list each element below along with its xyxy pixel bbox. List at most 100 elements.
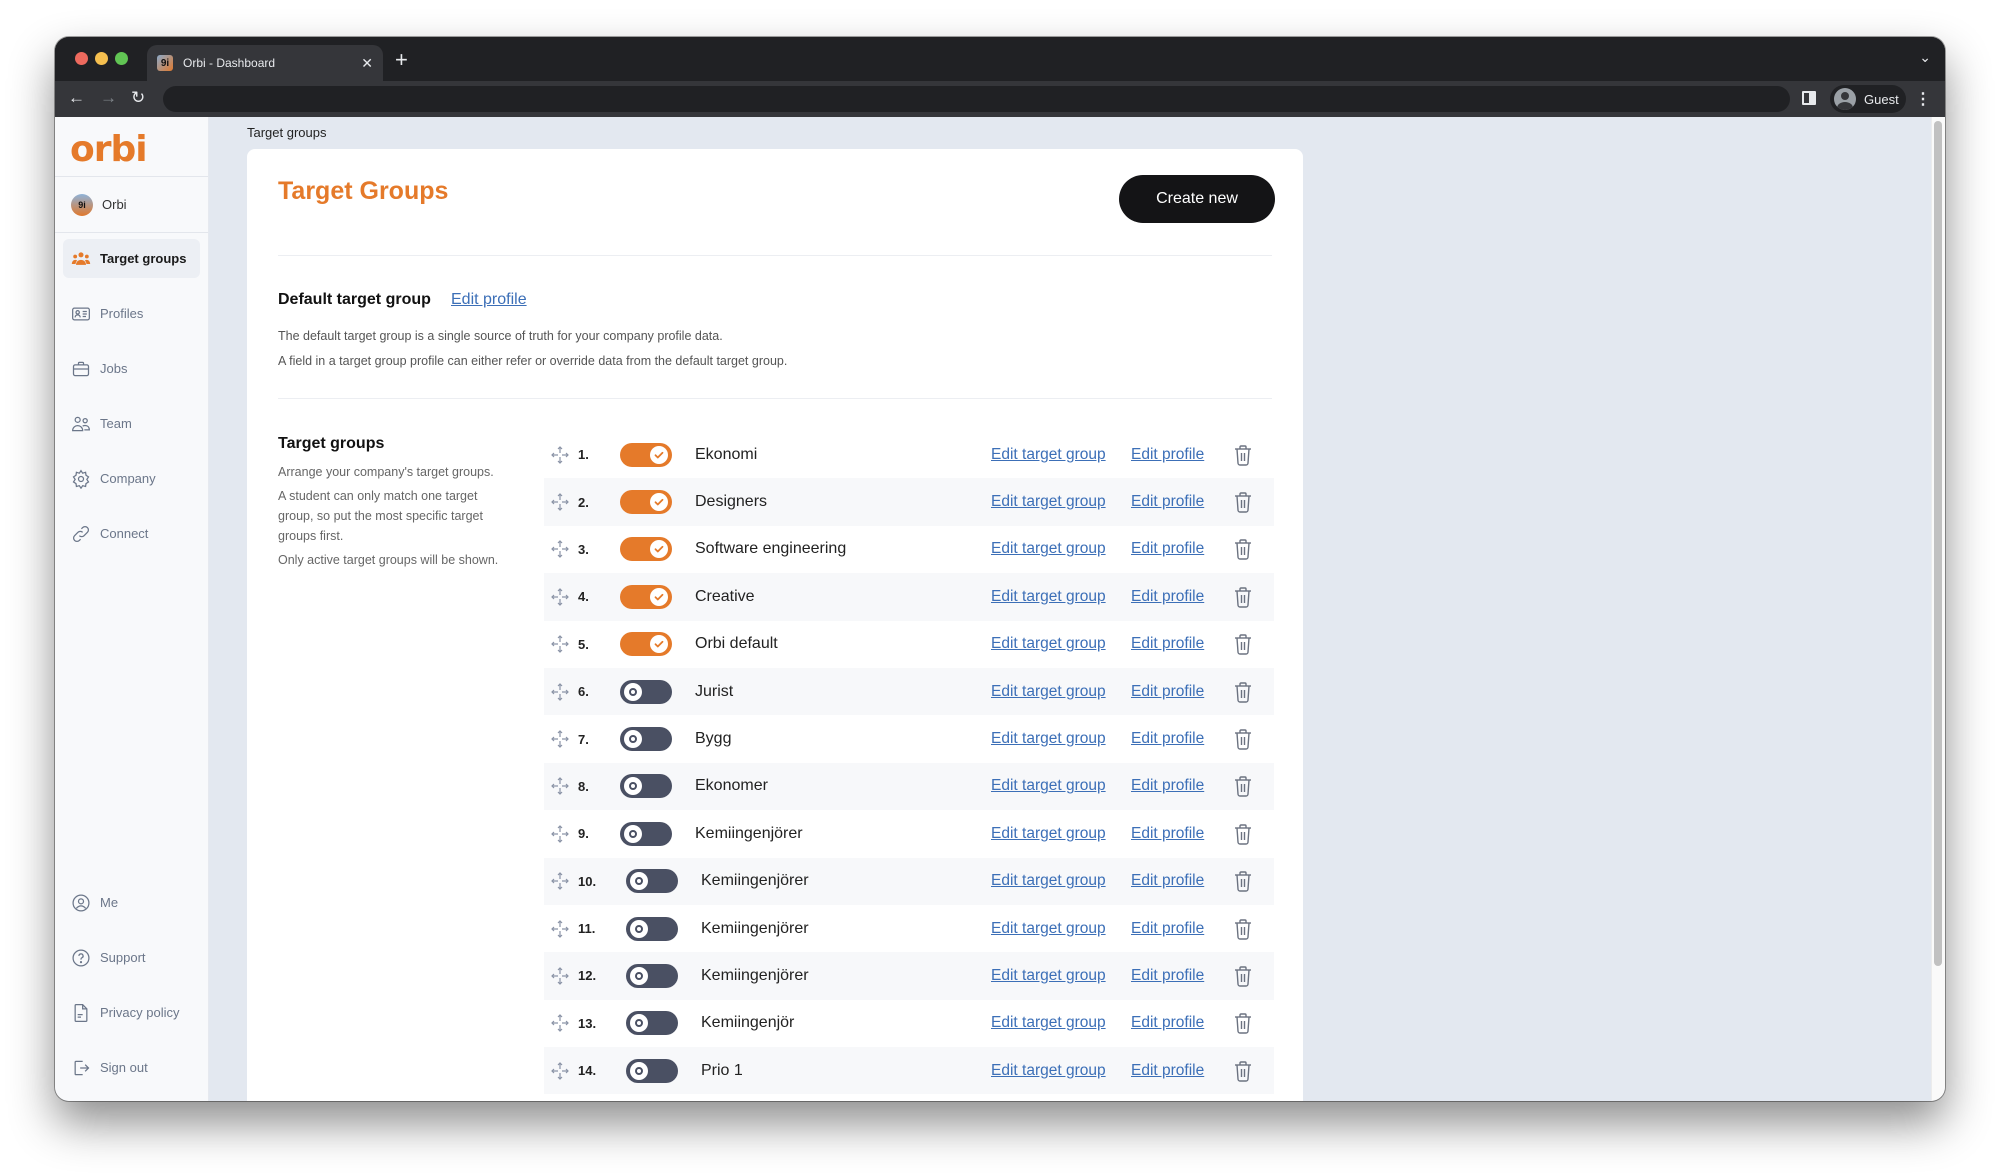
edit-target-group-link[interactable]: Edit target group [991,730,1106,748]
sidebar-item-team[interactable]: Team [63,404,200,443]
edit-target-group-link[interactable]: Edit target group [991,777,1106,795]
sidebar-item-jobs[interactable]: Jobs [63,349,200,388]
maximize-window-button[interactable] [115,52,128,65]
drag-handle-icon[interactable] [548,537,572,561]
edit-profile-link[interactable]: Edit profile [1131,825,1204,843]
breadcrumb[interactable]: Target groups [247,125,327,140]
edit-profile-link[interactable]: Edit profile [1131,540,1204,558]
create-new-button[interactable]: Create new [1119,175,1275,223]
trash-icon[interactable] [1233,586,1253,608]
trash-icon[interactable] [1233,1060,1253,1082]
active-toggle[interactable] [620,537,672,562]
scrollbar-thumb[interactable] [1934,121,1942,966]
sidebar-item-me[interactable]: Me [63,883,200,922]
edit-profile-link[interactable]: Edit profile [1131,1014,1204,1032]
address-bar[interactable] [163,86,1790,112]
active-toggle[interactable] [620,632,672,657]
trash-icon[interactable] [1233,965,1253,987]
drag-handle-icon[interactable] [548,964,572,988]
sidebar-item-support[interactable]: Support [63,938,200,977]
new-tab-button[interactable]: + [395,47,408,73]
browser-tab[interactable]: 9i Orbi - Dashboard ✕ [147,45,383,81]
drag-handle-icon[interactable] [548,1059,572,1083]
trash-icon[interactable] [1233,823,1253,845]
trash-icon[interactable] [1233,1012,1253,1035]
edit-profile-link[interactable]: Edit profile [1131,588,1204,606]
edit-target-group-link[interactable]: Edit target group [991,588,1106,606]
edit-target-group-link[interactable]: Edit target group [991,1014,1106,1032]
trash-icon[interactable] [1233,681,1253,703]
active-toggle[interactable] [620,774,672,799]
edit-target-group-link[interactable]: Edit target group [991,493,1106,511]
edit-profile-link[interactable]: Edit profile [1131,446,1204,464]
trash-icon[interactable] [1233,870,1253,892]
drag-handle-icon[interactable] [548,632,572,656]
active-toggle[interactable] [626,1011,678,1036]
active-toggle[interactable] [620,821,672,846]
edit-target-group-link[interactable]: Edit target group [991,1062,1106,1080]
minimize-window-button[interactable] [95,52,108,65]
edit-profile-link[interactable]: Edit profile [1131,683,1204,701]
drag-handle-icon[interactable] [548,1011,572,1035]
drag-handle-icon[interactable] [548,774,572,798]
active-toggle[interactable] [626,869,678,894]
org-switcher[interactable]: 9i Orbi [55,177,208,233]
chevron-down-icon[interactable]: ⌄ [1919,49,1931,66]
edit-profile-link[interactable]: Edit profile [1131,635,1204,653]
edit-target-group-link[interactable]: Edit target group [991,967,1106,985]
profile-button[interactable]: Guest [1830,85,1906,113]
active-toggle[interactable] [620,490,672,515]
drag-handle-icon[interactable] [548,822,572,846]
edit-target-group-link[interactable]: Edit target group [991,920,1106,938]
trash-icon[interactable] [1233,775,1253,798]
trash-icon[interactable] [1233,918,1253,940]
edit-profile-link[interactable]: Edit profile [1131,967,1204,985]
edit-profile-link[interactable]: Edit profile [1131,730,1204,748]
sidebar-item-privacy-policy[interactable]: Privacy policy [63,993,200,1032]
back-arrow-icon[interactable]: ← [68,88,85,108]
trash-icon[interactable] [1233,538,1253,561]
trash-icon[interactable] [1233,491,1253,513]
drag-handle-icon[interactable] [548,917,572,941]
edit-profile-link[interactable]: Edit profile [1131,920,1204,938]
sidebar-item-target-groups[interactable]: Target groups [63,239,200,278]
reload-icon[interactable]: ↻ [131,88,145,108]
active-toggle[interactable] [620,584,672,609]
drag-handle-icon[interactable] [548,869,572,893]
active-toggle[interactable] [620,442,672,467]
logo[interactable]: orbi [55,117,208,177]
forward-arrow-icon[interactable]: → [100,88,117,108]
side-panel-icon[interactable] [1802,91,1816,105]
edit-target-group-link[interactable]: Edit target group [991,872,1106,890]
edit-profile-link[interactable]: Edit profile [1131,872,1204,890]
edit-target-group-link[interactable]: Edit target group [991,540,1106,558]
active-toggle[interactable] [626,1058,678,1083]
edit-target-group-link[interactable]: Edit target group [991,446,1106,464]
edit-profile-link[interactable]: Edit profile [1131,777,1204,795]
drag-handle-icon[interactable] [548,490,572,514]
active-toggle[interactable] [626,963,678,988]
edit-target-group-link[interactable]: Edit target group [991,825,1106,843]
drag-handle-icon[interactable] [548,727,572,751]
trash-icon[interactable] [1233,728,1253,750]
sidebar-item-sign-out[interactable]: Sign out [63,1048,200,1087]
drag-handle-icon[interactable] [548,443,572,467]
scrollbar-track[interactable] [1931,117,1945,1101]
default-edit-profile-link[interactable]: Edit profile [451,291,527,309]
active-toggle[interactable] [626,916,678,941]
drag-handle-icon[interactable] [548,680,572,704]
drag-handle-icon[interactable] [548,585,572,609]
sidebar-item-connect[interactable]: Connect [63,514,200,553]
edit-target-group-link[interactable]: Edit target group [991,683,1106,701]
edit-target-group-link[interactable]: Edit target group [991,635,1106,653]
edit-profile-link[interactable]: Edit profile [1131,493,1204,511]
edit-profile-link[interactable]: Edit profile [1131,1062,1204,1080]
more-menu-icon[interactable]: ⋮ [1915,89,1931,109]
close-window-button[interactable] [75,52,88,65]
active-toggle[interactable] [620,727,672,752]
sidebar-item-profiles[interactable]: Profiles [63,294,200,333]
trash-icon[interactable] [1233,444,1253,466]
close-tab-icon[interactable]: ✕ [361,55,373,72]
active-toggle[interactable] [620,679,672,704]
sidebar-item-company[interactable]: Company [63,459,200,498]
